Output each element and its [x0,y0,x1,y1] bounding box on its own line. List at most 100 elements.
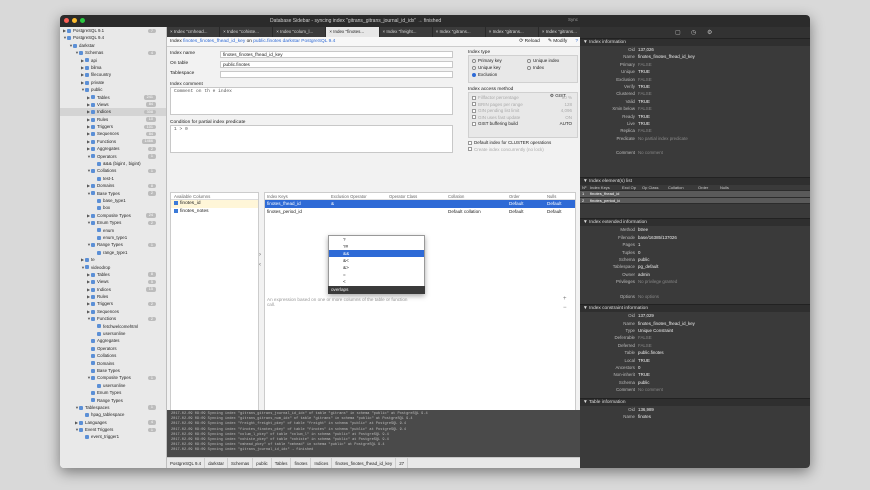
help-icon[interactable]: ? [575,37,578,47]
sidebar-item[interactable]: ▶ Indices 308 [60,108,166,116]
tab-4[interactable]: × Index "freight... [380,27,433,37]
sidebar-item[interactable]: fetchwelcomehtml [60,323,166,330]
column-item[interactable]: finotes_notes [171,208,258,216]
checkbox-icon[interactable] [472,115,476,120]
tablespace-field[interactable] [220,71,453,78]
dropdown-option[interactable]: = [329,271,424,278]
sidebar-item[interactable]: ▶ Triggers 101 [60,123,166,130]
sidebar-item[interactable]: ▼ Event Triggers 1 [60,426,166,433]
status-crumb[interactable]: PostgreSQL 9.4 [167,458,206,468]
status-crumb[interactable]: finotes [291,458,312,468]
sidebar-item[interactable]: ▶ Languages 4 [60,419,166,426]
radio-icon[interactable] [472,72,476,77]
checkbox-icon[interactable] [472,102,476,107]
sidebar-item[interactable]: ▶ Sequences 84 [60,130,166,137]
tab-5[interactable]: × Index "gitrans... [433,27,486,37]
keys-cell[interactable]: Default [507,208,545,216]
document-icon[interactable]: ▢ [675,29,681,36]
sidebar-item[interactable]: ▼ PostgreSQL 9.4 [60,34,166,41]
sidebar-item[interactable]: Range Types [60,397,166,404]
status-crumb[interactable]: public [253,458,272,468]
status-crumb[interactable]: finotes_finotes_fhead_id_key [332,458,397,468]
sidebar-item[interactable]: ▶ Tables 8 [60,271,166,278]
status-crumb[interactable]: 27 [396,458,409,468]
condition-textarea[interactable]: 1 > 0 [170,125,453,153]
remove-column-arrow-icon[interactable]: ‹ [259,262,261,268]
checkbox-icon[interactable] [472,95,476,100]
sidebar-item[interactable]: ▼ Base Types 2 [60,190,166,197]
status-crumb[interactable]: Indices [311,458,333,468]
index-type-option[interactable]: Exclusion [472,72,497,79]
sidebar-item[interactable]: &&& (bigint , bigint) [60,160,166,167]
sidebar-item[interactable]: ▶ Sequences [60,308,166,315]
reload-button[interactable]: ⟳ Reload [519,37,540,47]
access-option-value[interactable]: AUTO [560,121,572,128]
sidebar-item[interactable]: ▶ Composite Types 24 [60,212,166,219]
crumb-table-link[interactable]: public.finotes [253,39,281,44]
sidebar-item[interactable]: ▶ api [60,57,166,64]
tab-1[interactable]: × Index "cohiste... [220,27,274,37]
on-table-field[interactable]: public.finotes [220,61,453,68]
dropdown-option[interactable]: ? [329,236,424,243]
access-option-row[interactable]: GIST buffering build AUTO [472,121,574,128]
radio-icon[interactable] [472,65,476,70]
sidebar-item[interactable]: ▶ Views 5 [60,278,166,285]
sidebar-item[interactable]: ▶ PostgreSQL 9.1 7 [60,27,166,34]
dropdown-option[interactable]: && [329,250,424,257]
close-button[interactable] [64,18,69,23]
sidebar-item[interactable]: ▼ Range Types 1 [60,241,166,248]
status-crumb[interactable]: Tables [272,458,292,468]
zoom-button[interactable] [80,18,85,23]
sidebar-item[interactable]: ▶ Domains 8 [60,182,166,189]
crumb-db-link[interactable]: darkstar [283,39,300,44]
sidebar-item[interactable]: ▼ Schemas 4 [60,49,166,56]
sidebar-item[interactable]: ▶ Triggers 2 [60,300,166,307]
sidebar-item[interactable]: ▶ Indices 15 [60,286,166,293]
sidebar-item[interactable]: ▶ Functions 1466 [60,138,166,145]
dropdown-option[interactable]: &> [329,264,424,271]
index-name-field[interactable]: finotes_finotes_fhead_id_key [220,51,453,58]
keys-row[interactable]: finotes_fhead_id & Default Default [265,200,575,208]
remove-key-icon[interactable]: − [563,305,567,311]
sidebar-item[interactable]: ▶ Rules 10 [60,116,166,123]
column-item[interactable]: finotes_id [171,200,258,208]
sidebar-item[interactable]: Domains [60,360,166,367]
index-type-option[interactable]: Index [527,65,544,72]
sidebar-item[interactable]: ▼ darkstar [60,42,166,49]
keys-cell[interactable] [446,200,507,208]
dropdown-option[interactable]: &< [329,257,424,264]
status-crumb[interactable]: Schemas [228,458,254,468]
sidebar-item[interactable]: ▼ Operators 1 [60,153,166,160]
sidebar-item[interactable]: Enum Types [60,389,166,396]
clock-icon[interactable]: ◷ [691,29,696,36]
sidebar-item[interactable]: ▶ Aggregates 2 [60,145,166,152]
sidebar-item[interactable]: enum [60,227,166,234]
inspector-section-title[interactable]: ▼ Index extended information [580,218,810,227]
sidebar-item[interactable]: ▼ Composite Types 1 [60,374,166,381]
keys-cell[interactable]: finotes_period_id [265,208,329,216]
crumb-index-link[interactable]: finotes_finotes_fhead_id_key [183,39,245,44]
sidebar-item[interactable]: ▼ public [60,86,166,93]
sidebar-item[interactable]: ▼ videodrop [60,264,166,271]
sidebar-item[interactable]: ▼ Collations 1 [60,167,166,174]
keys-row[interactable]: finotes_period_id Default collation Defaul… [265,208,575,216]
sidebar-item[interactable]: ▶ filecountry [60,71,166,78]
radio-icon[interactable] [527,65,531,70]
sidebar-item[interactable]: ▼ Functions 2 [60,315,166,322]
sidebar-item[interactable]: ▶ Tables 241 [60,94,166,101]
keys-cell[interactable]: finotes_fhead_id [265,200,329,208]
inspector-section-title[interactable]: ▼ Index information [580,38,810,46]
index-type-option[interactable]: Primary key [472,58,502,65]
index-type-option[interactable]: Unique key [472,65,501,72]
tab-0[interactable]: × Index "cmhead... [167,27,221,37]
tab-6[interactable]: × Index "gitrans... [486,27,539,37]
concurrent-checkbox[interactable]: Create index concurrently (no lock) [468,147,578,154]
dropdown-option[interactable]: < [329,278,424,285]
sidebar-item[interactable]: usersonline [60,330,166,337]
inspector-section-title[interactable]: ▼ Index element(s) list [580,176,810,185]
keys-cell[interactable] [329,208,387,216]
keys-cell[interactable] [387,200,446,208]
sidebar-item[interactable]: event_trigger1 [60,433,166,440]
tab-2[interactable]: × Index "colum_l... [273,27,327,37]
keys-cell[interactable]: Default [545,200,575,208]
